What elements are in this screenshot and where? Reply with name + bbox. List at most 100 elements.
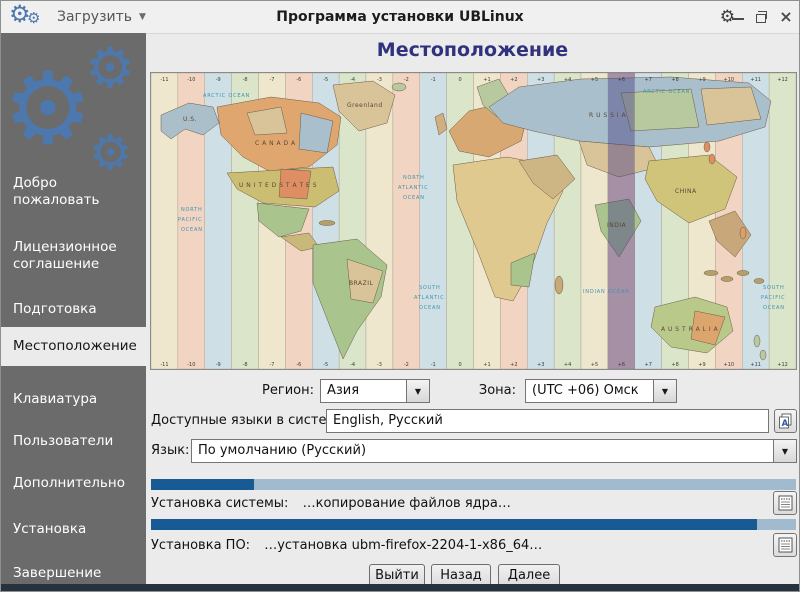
language-value: По умолчанию (Русский) <box>198 443 367 458</box>
software-status-label: Установка ПО: <box>151 538 251 553</box>
title-bar: ⚙ ⚙ Загрузить ▼ Программа установки UBLi… <box>1 1 799 34</box>
language-label: Язык: <box>151 443 190 458</box>
svg-text:+11: +11 <box>750 362 761 368</box>
svg-text:-11: -11 <box>160 362 168 368</box>
system-progress-bar <box>151 479 796 490</box>
svg-text:ARCTIC OCEAN: ARCTIC OCEAN <box>203 93 250 99</box>
svg-text:0: 0 <box>458 77 461 83</box>
svg-text:SOUTH: SOUTH <box>763 285 785 291</box>
language-select[interactable]: По умолчанию (Русский) ▼ <box>191 439 797 463</box>
sidebar-item-keyboard[interactable]: Клавиатура <box>1 389 146 410</box>
system-status: Установка системы: …копирование файлов я… <box>151 496 511 511</box>
svg-text:-4: -4 <box>350 77 355 83</box>
sidebar-item-finish[interactable]: Завершение <box>1 563 146 584</box>
svg-text:+2: +2 <box>510 77 517 83</box>
svg-text:+1: +1 <box>483 362 490 368</box>
system-status-text: …копирование файлов ядра… <box>302 496 511 511</box>
svg-text:BRAZIL: BRAZIL <box>349 280 374 287</box>
svg-text:-5: -5 <box>323 77 328 83</box>
edit-languages-button[interactable]: A <box>774 409 797 433</box>
svg-text:-1: -1 <box>431 362 436 368</box>
svg-text:+10: +10 <box>724 362 735 368</box>
minimize-button[interactable] <box>731 10 745 24</box>
window-bottom-edge <box>1 584 799 591</box>
sidebar-item-preparation[interactable]: Подготовка <box>1 299 146 320</box>
svg-text:+6: +6 <box>618 77 625 83</box>
svg-text:U.S.: U.S. <box>183 116 197 123</box>
svg-text:-2: -2 <box>404 77 409 83</box>
sidebar-item-additional[interactable]: Дополнительно <box>1 473 146 494</box>
svg-text:-6: -6 <box>296 362 301 368</box>
timezone-map[interactable]: -11 -11 -10 -10 -9 -9 -8 -8 -7 -7 -6 -6 -5 -5 -4 -4 -3 -3… <box>150 72 797 370</box>
svg-text:INDIAN OCEAN: INDIAN OCEAN <box>583 289 630 295</box>
svg-text:C A N A D A: C A N A D A <box>255 140 296 147</box>
svg-text:+4: +4 <box>564 362 571 368</box>
sidebar-item-location[interactable]: Местоположение <box>1 327 146 366</box>
svg-text:+3: +3 <box>537 77 544 83</box>
svg-text:-3: -3 <box>377 77 382 83</box>
timezone-map-svg: -11-11-10-10-9-9-8-8-7-7-6-6-5-5-4-4-3-3… <box>150 72 797 370</box>
available-languages-input[interactable]: English, Русский <box>326 409 769 433</box>
svg-text:A: A <box>782 419 789 429</box>
chevron-down-icon: ▼ <box>139 12 146 22</box>
log-document-icon <box>778 537 792 553</box>
svg-text:+12: +12 <box>777 362 788 368</box>
svg-text:+8: +8 <box>671 77 678 83</box>
region-label: Регион: <box>262 383 314 398</box>
sidebar-item-license[interactable]: Лицензионное соглашение <box>1 237 146 275</box>
svg-text:+12: +12 <box>777 77 788 83</box>
svg-text:NORTH: NORTH <box>181 207 203 213</box>
software-progress-bar <box>151 519 796 530</box>
software-log-button[interactable] <box>773 533 797 557</box>
svg-text:+2: +2 <box>510 362 517 368</box>
log-document-icon <box>778 495 792 511</box>
gear-icon: ⚙ <box>89 125 133 181</box>
svg-text:+10: +10 <box>724 77 735 83</box>
chevron-down-icon[interactable]: ▼ <box>406 380 429 402</box>
sidebar-item-users[interactable]: Пользователи <box>1 431 146 452</box>
zone-select[interactable]: (UTC +06) Омск ▼ <box>525 379 677 403</box>
svg-text:-3: -3 <box>377 362 382 368</box>
svg-text:+5: +5 <box>591 362 598 368</box>
svg-text:-10: -10 <box>187 362 195 368</box>
svg-text:+7: +7 <box>645 77 652 83</box>
load-menu-label: Загрузить <box>57 9 133 25</box>
svg-text:OCEAN: OCEAN <box>763 305 785 311</box>
svg-text:-7: -7 <box>269 77 274 83</box>
svg-text:Greenland: Greenland <box>347 102 383 109</box>
close-button[interactable]: × <box>779 9 793 25</box>
zone-label: Зона: <box>478 383 516 398</box>
region-select[interactable]: Азия ▼ <box>320 379 430 403</box>
svg-text:ATLANTIC: ATLANTIC <box>398 185 429 191</box>
svg-text:+6: +6 <box>618 362 625 368</box>
sidebar: ⚙ ⚙ ⚙ Добро пожаловать Лицензионное согл… <box>1 33 146 586</box>
sidebar-item-installation[interactable]: Установка <box>1 519 146 540</box>
system-log-button[interactable] <box>773 491 797 515</box>
svg-text:+7: +7 <box>645 362 652 368</box>
gear-icon: ⚙ <box>85 36 136 101</box>
maximize-button[interactable] <box>755 10 769 24</box>
svg-text:-9: -9 <box>216 77 221 83</box>
svg-text:+9: +9 <box>698 362 705 368</box>
sidebar-item-welcome[interactable]: Добро пожаловать <box>1 173 146 211</box>
svg-text:+8: +8 <box>671 362 678 368</box>
svg-text:-7: -7 <box>269 362 274 368</box>
gear-icon: ⚙ <box>3 50 93 167</box>
svg-text:-5: -5 <box>323 362 328 368</box>
svg-text:OCEAN: OCEAN <box>419 305 441 311</box>
svg-text:-11: -11 <box>160 77 168 83</box>
software-progress-fill <box>151 519 758 530</box>
chevron-down-icon[interactable]: ▼ <box>653 380 676 402</box>
svg-text:PACIFIC: PACIFIC <box>761 295 785 301</box>
load-menu-button[interactable]: Загрузить ▼ <box>57 1 146 33</box>
language-document-icon: A <box>779 413 792 429</box>
svg-text:-6: -6 <box>296 77 301 83</box>
region-value: Азия <box>327 383 360 398</box>
svg-text:A U S T R A L I A: A U S T R A L I A <box>661 326 719 333</box>
chevron-down-icon[interactable]: ▼ <box>773 440 796 462</box>
svg-text:-2: -2 <box>404 362 409 368</box>
available-languages-label: Доступные языки в системе: <box>151 413 349 428</box>
svg-text:-4: -4 <box>350 362 355 368</box>
gear-icon: ⚙ <box>27 9 41 27</box>
svg-text:-8: -8 <box>243 77 248 83</box>
